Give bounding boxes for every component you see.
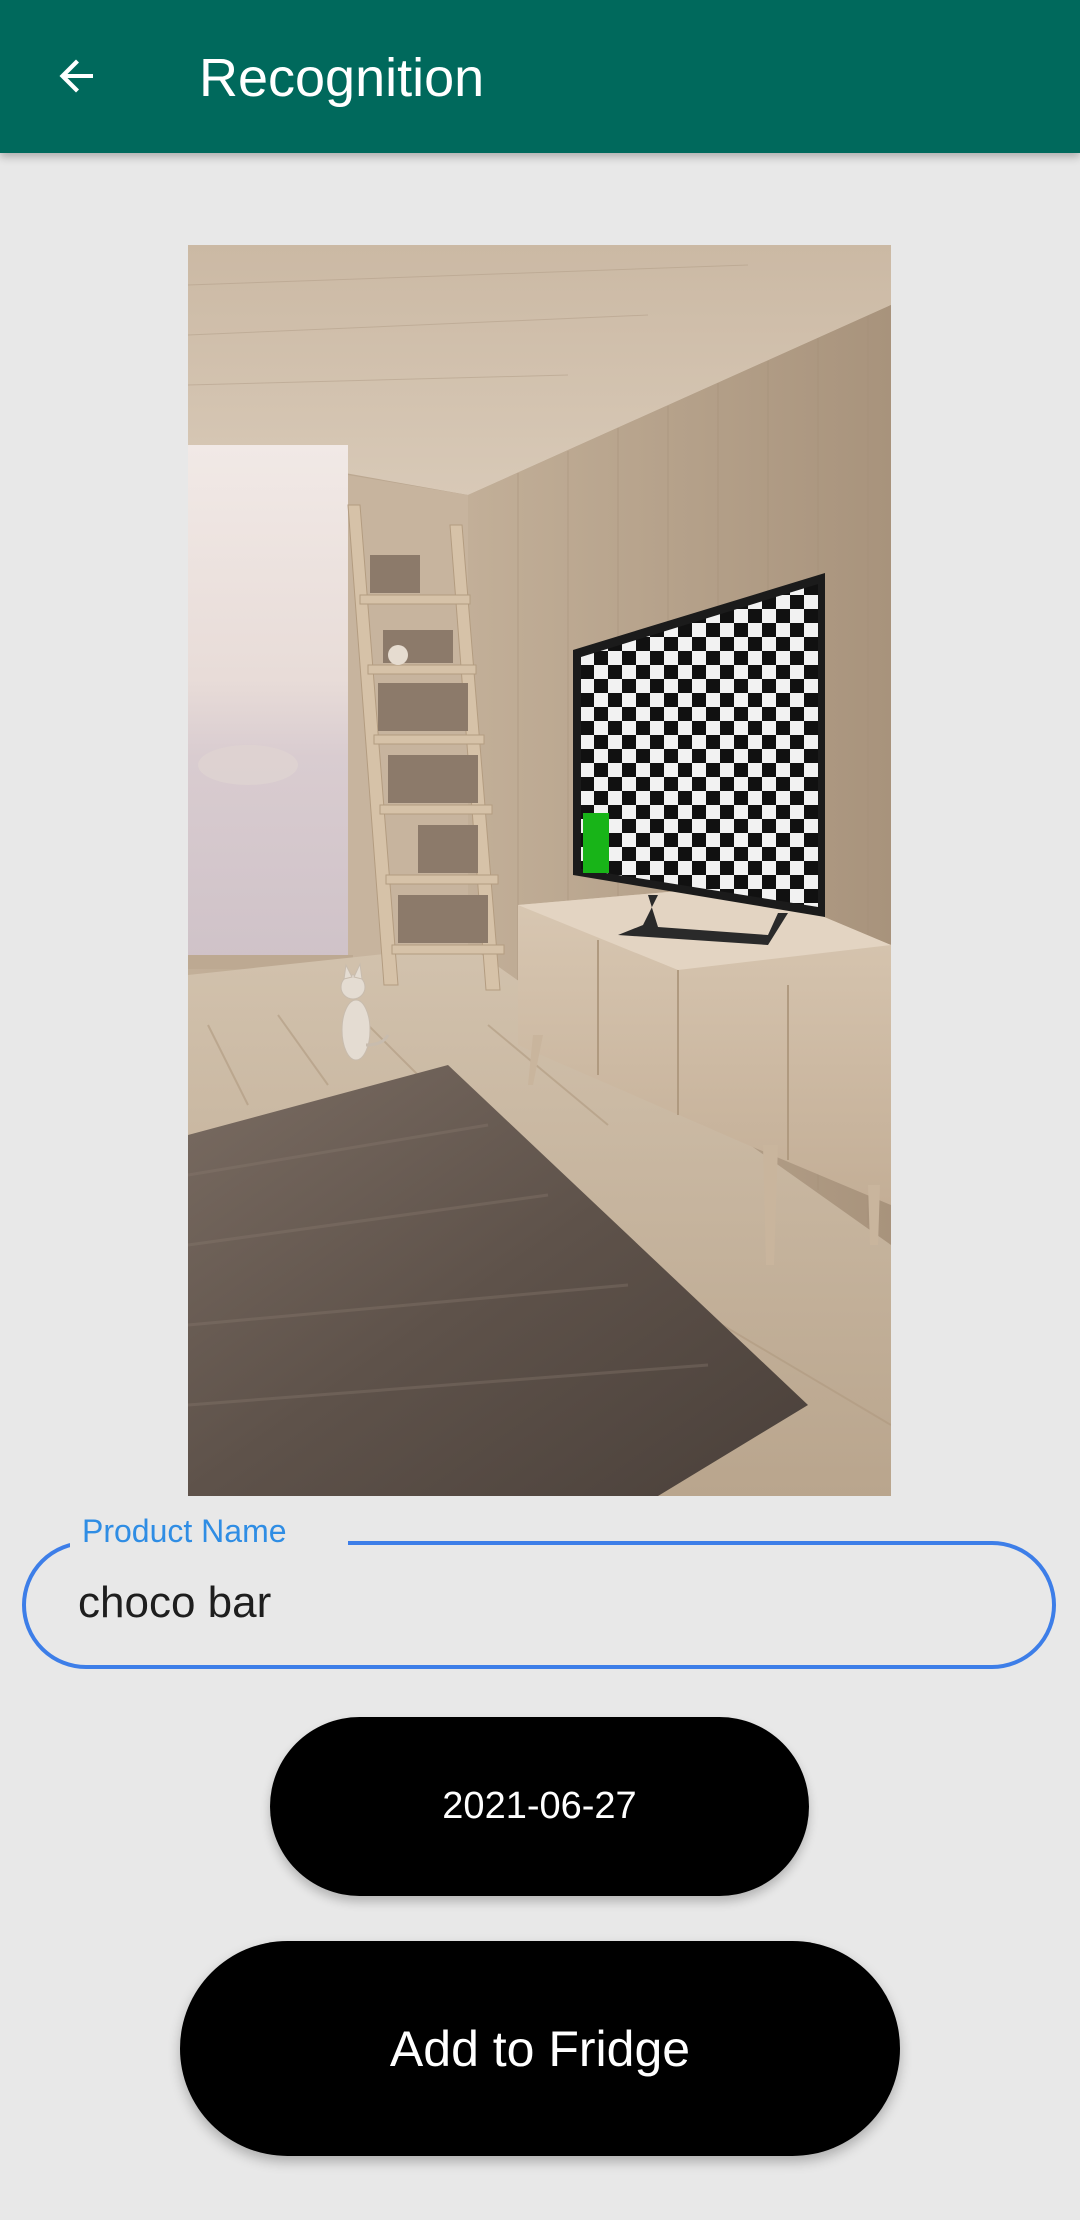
add-to-fridge-button[interactable]: Add to Fridge [180, 1941, 900, 2156]
arrow-left-icon [59, 59, 93, 93]
date-picker-button[interactable]: 2021-06-27 [270, 1717, 809, 1896]
page-title: Recognition [199, 48, 485, 108]
product-name-input[interactable] [78, 1575, 978, 1631]
recognition-photo [188, 245, 891, 1496]
back-button[interactable] [44, 40, 110, 112]
product-name-field[interactable]: Product Name [22, 1513, 1056, 1669]
app-bar: Recognition [0, 0, 1080, 153]
product-name-label: Product Name [82, 1513, 287, 1549]
room-scene-image [188, 245, 891, 1496]
